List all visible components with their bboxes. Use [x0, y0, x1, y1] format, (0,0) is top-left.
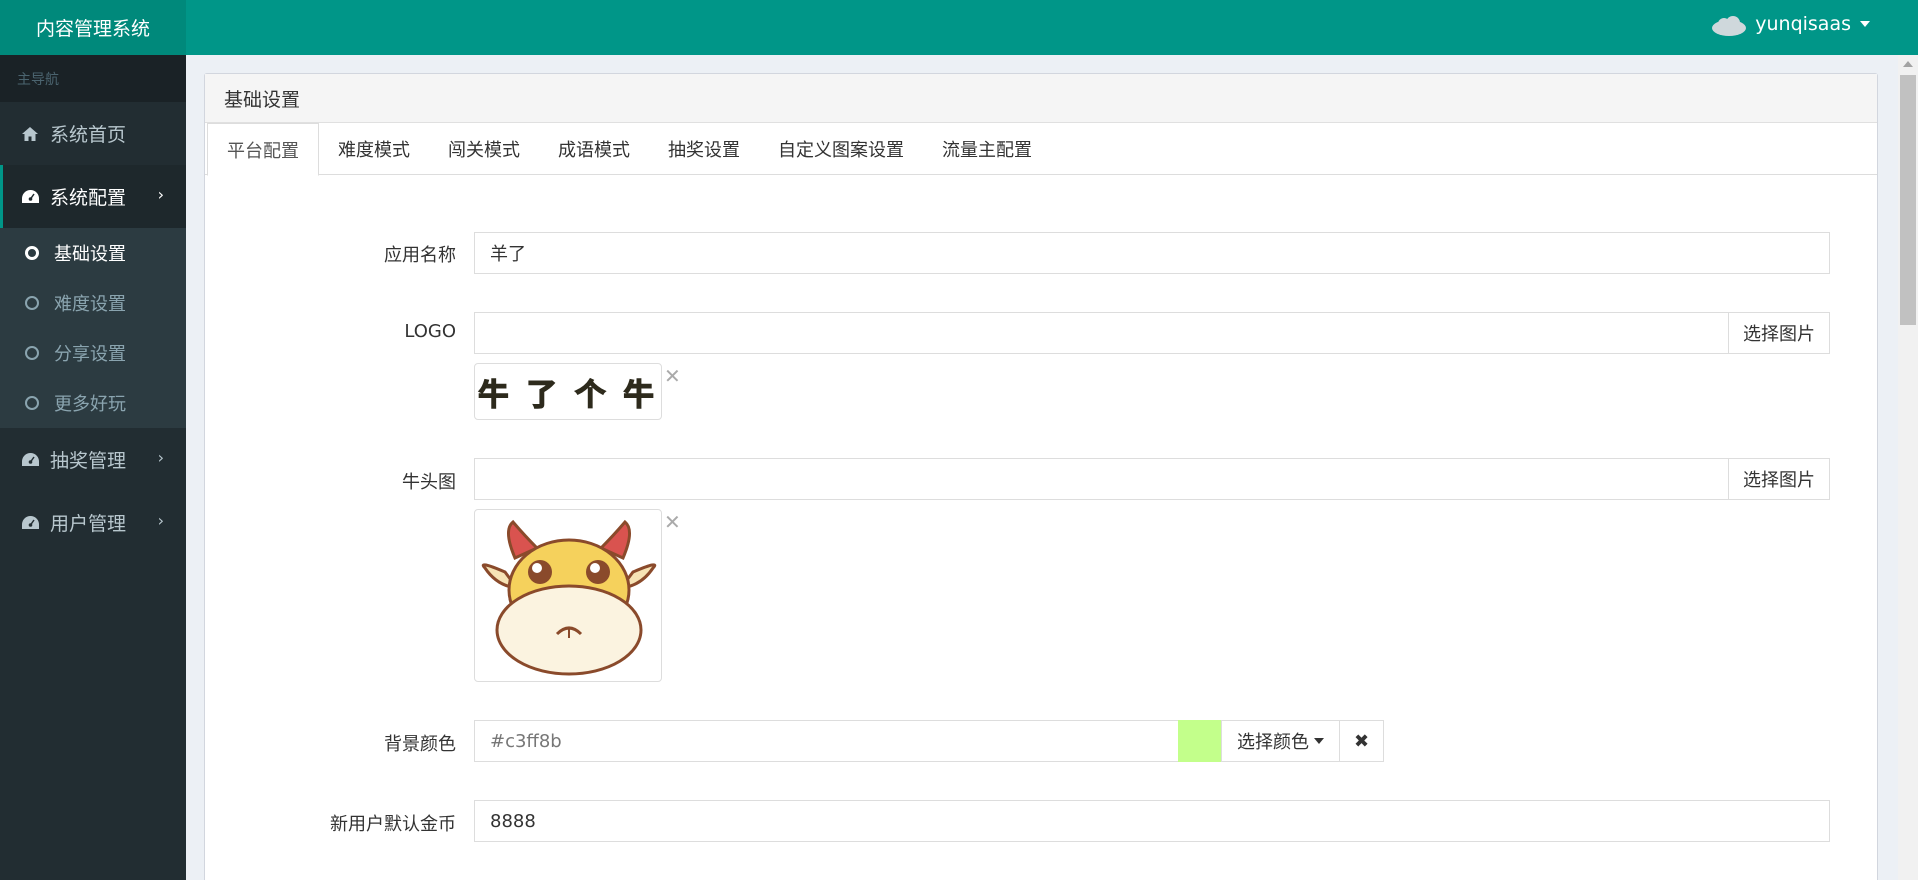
app-name-input[interactable]: 羊了: [474, 232, 1830, 274]
logo-preview: 牛 了 个 牛: [474, 363, 662, 420]
home-icon: [20, 124, 40, 144]
sidebar-item-home[interactable]: 系统首页: [0, 102, 186, 165]
scrollbar-thumb[interactable]: [1900, 75, 1916, 325]
logo-remove-icon[interactable]: ✕: [664, 366, 681, 386]
chevron-right-icon: ›: [157, 448, 164, 467]
sidebar-subitem-basic-settings[interactable]: 基础设置: [0, 228, 186, 278]
dashboard-icon: [20, 450, 40, 470]
sidebar-item-system-config[interactable]: 系统配置 ›: [0, 165, 186, 228]
sidebar-subitem-label: 分享设置: [54, 344, 126, 365]
cloud-icon: [1711, 12, 1747, 36]
sidebar-subitem-share-settings[interactable]: 分享设置: [0, 328, 186, 378]
tab-idiom-mode[interactable]: 成语模式: [539, 123, 649, 175]
cow-head-input[interactable]: [474, 458, 1729, 500]
sidebar-item-label: 系统配置: [50, 187, 127, 209]
app-logo-title[interactable]: 内容管理系统: [0, 0, 186, 55]
select-color-button[interactable]: 选择颜色: [1221, 720, 1340, 762]
tab-level-mode[interactable]: 闯关模式: [429, 123, 539, 175]
dashboard-icon: [20, 513, 40, 533]
tab-bar: 平台配置 难度模式 闯关模式 成语模式 抽奖设置 自定义图案设置 流量主配置: [205, 123, 1877, 176]
cow-head-select-image-button[interactable]: 选择图片: [1728, 458, 1830, 500]
dashboard-icon: [20, 187, 40, 207]
color-swatch: [1178, 720, 1222, 762]
chevron-right-icon: ›: [157, 185, 164, 204]
logo-preview-text: 牛 了 个 牛: [478, 377, 658, 414]
page-scrollbar[interactable]: [1898, 55, 1918, 880]
box-title: 基础设置: [205, 74, 1877, 123]
scroll-up-icon[interactable]: [1903, 61, 1913, 67]
app-name-label: 应用名称: [384, 245, 456, 266]
default-coins-label: 新用户默认金币: [330, 814, 456, 835]
sidebar-submenu: 基础设置 难度设置 分享设置 更多好玩: [0, 228, 186, 428]
cow-head-image: [481, 519, 657, 676]
logo-label: LOGO: [404, 321, 456, 342]
cow-head-preview: [474, 509, 662, 682]
sidebar-item-label: 系统首页: [50, 124, 127, 146]
tab-lottery-settings[interactable]: 抽奖设置: [649, 123, 759, 175]
sidebar-subitem-more-fun[interactable]: 更多好玩: [0, 378, 186, 428]
user-menu[interactable]: yunqisaas: [1711, 0, 1870, 48]
sidebar-subitem-label: 基础设置: [54, 244, 126, 265]
circle-icon: [25, 396, 39, 410]
chevron-right-icon: ›: [157, 511, 164, 530]
sidebar-item-users[interactable]: 用户管理 ›: [0, 491, 186, 554]
sidebar-item-label: 用户管理: [50, 513, 127, 535]
caret-down-icon: [1314, 738, 1324, 744]
bg-color-label: 背景颜色: [384, 734, 456, 755]
cow-head-label: 牛头图: [402, 472, 456, 493]
sidebar-subitem-difficulty-settings[interactable]: 难度设置: [0, 278, 186, 328]
circle-icon: [25, 246, 39, 260]
logo-select-image-button[interactable]: 选择图片: [1728, 312, 1830, 354]
cow-head-remove-icon[interactable]: ✕: [664, 512, 681, 532]
sidebar-header: 主导航: [0, 55, 186, 102]
logo-input[interactable]: [474, 312, 1729, 354]
default-coins-input[interactable]: 8888: [474, 800, 1830, 842]
username: yunqisaas: [1755, 13, 1851, 35]
circle-icon: [25, 346, 39, 360]
clear-color-button[interactable]: ✖: [1339, 720, 1384, 762]
caret-down-icon: [1860, 21, 1870, 27]
sidebar-subitem-label: 难度设置: [54, 294, 126, 315]
select-color-label: 选择颜色: [1237, 732, 1309, 753]
sidebar-item-label: 抽奖管理: [50, 450, 127, 472]
sidebar: 主导航 系统首页 系统配置 › 基础设置 难度设置 分享设置 更多好玩 抽奖管理…: [0, 55, 186, 880]
top-navbar: 内容管理系统 yunqisaas: [0, 0, 1918, 55]
bg-color-input[interactable]: #c3ff8b: [474, 720, 1179, 762]
tab-platform-config[interactable]: 平台配置: [207, 123, 319, 176]
sidebar-item-lottery[interactable]: 抽奖管理 ›: [0, 428, 186, 491]
circle-icon: [25, 296, 39, 310]
tab-difficulty-mode[interactable]: 难度模式: [319, 123, 429, 175]
tab-custom-pattern[interactable]: 自定义图案设置: [759, 123, 923, 175]
sidebar-subitem-label: 更多好玩: [54, 394, 126, 415]
tab-traffic-config[interactable]: 流量主配置: [923, 123, 1051, 175]
